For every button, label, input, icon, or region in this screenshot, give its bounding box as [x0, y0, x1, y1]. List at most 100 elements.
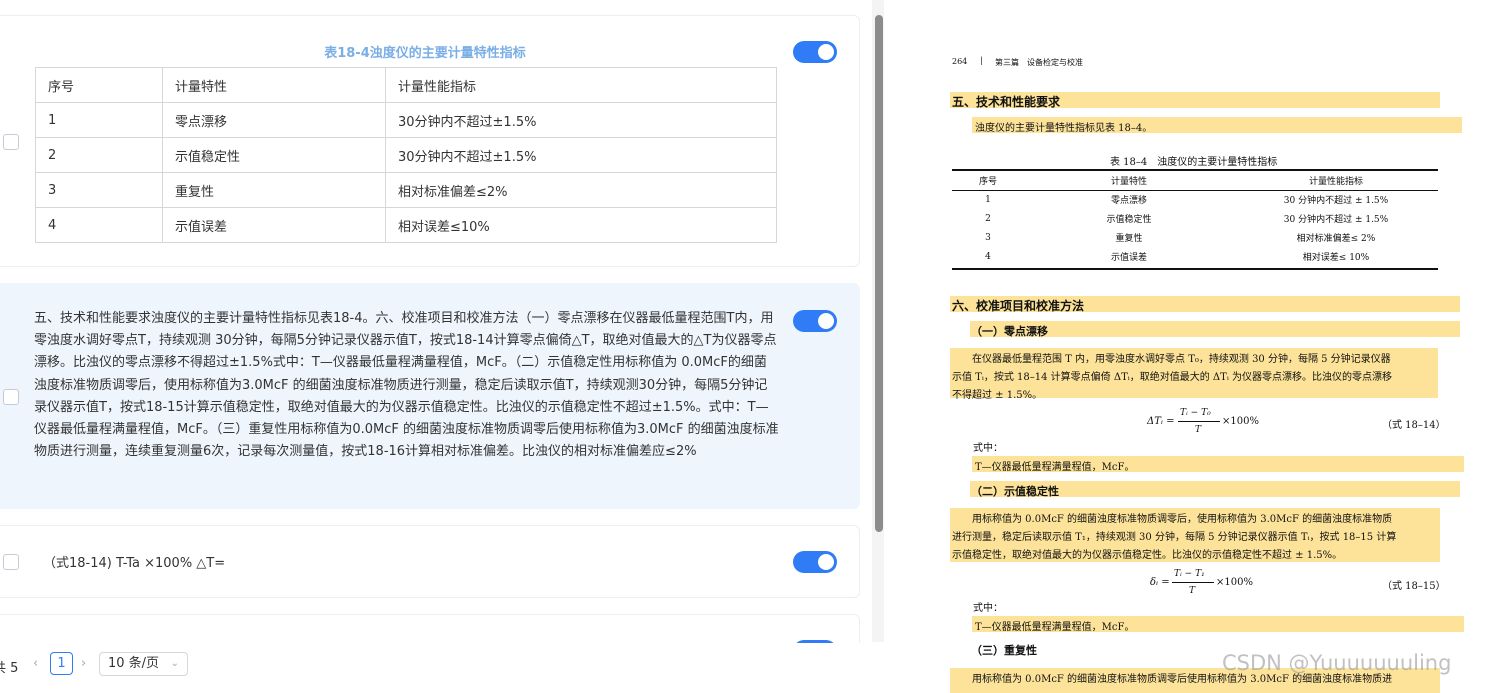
scrollbar-thumb[interactable]	[875, 15, 883, 532]
table-header-cell: 序号	[35, 67, 163, 103]
table-cell: 1	[35, 102, 163, 138]
formula-denominator: T	[1189, 586, 1196, 596]
table-row: 4 示值误差 相对误差≤10%	[35, 207, 777, 243]
formula-label: （式 18–15）	[1382, 581, 1446, 592]
doc-table-cell: 相对标准偏差≤ 2%	[1296, 234, 1376, 244]
doc-table-cell: 零点漂移	[1110, 196, 1147, 206]
doc-table-header-cell: 计量性能指标	[1308, 177, 1363, 187]
table-mid-rule	[952, 190, 1438, 191]
formula-denominator: T	[1195, 425, 1202, 435]
doc-subsection-3-title: （三）重复性	[971, 644, 1037, 657]
doc-table-header-cell: 序号	[978, 177, 997, 187]
page-button-current[interactable]: 1	[50, 652, 73, 675]
pagination: 共 5 ‹ 1 › 10 条/页 ⌄	[0, 643, 872, 693]
table-cell: 30分钟内不超过±1.5%	[385, 102, 777, 138]
formula-lhs: δᵢ =	[1150, 577, 1170, 588]
paragraph-text: 五、技术和性能要求浊度仪的主要计量特性指标见表18-4。六、校准项目和校准方法（…	[34, 311, 779, 460]
doc-table-header-row: 序号 计量特性 计量性能指标	[952, 171, 1438, 190]
document-page-preview: 264 | 第三篇 设备检定与校准 五、技术和性能要求 浊度仪的主要计量特性指标…	[884, 0, 1486, 693]
doc-table-cell: 30 分钟内不超过 ± 1.5%	[1283, 215, 1389, 225]
result-card-table: 表18-4浊度仪的主要计量特性指标 序号 计量特性 计量性能指标 1 零点漂移 …	[0, 15, 860, 267]
select-checkbox[interactable]	[3, 389, 19, 405]
table-cell: 2	[35, 137, 163, 173]
table-title: 表18-4浊度仪的主要计量特性指标	[324, 46, 526, 61]
ocr-results-panel: 表18-4浊度仪的主要计量特性指标 序号 计量特性 计量性能指标 1 零点漂移 …	[0, 0, 872, 693]
doc-header-part: 第三篇 设备检定与校准	[995, 58, 1083, 67]
doc-section-6-title: 六、校准项目和校准方法	[952, 299, 1085, 313]
doc-subsection-1-title: （一）零点漂移	[971, 325, 1048, 338]
page-size-label: 10 条/页	[108, 656, 160, 671]
doc-table-cell: 示值误差	[1110, 253, 1147, 263]
table-cell: 3	[35, 172, 163, 208]
enable-toggle[interactable]	[793, 551, 837, 573]
table-cell: 示值稳定性	[162, 137, 386, 173]
measurement-table: 序号 计量特性 计量性能指标 1 零点漂移 30分钟内不超过±1.5% 2 示值…	[35, 67, 777, 243]
next-page-icon[interactable]: ›	[81, 656, 86, 671]
doc-paragraph-line: 在仪器最低量程范围 T 内，用零浊度水调好零点 T₀，持续观测 30 分钟，每隔…	[972, 354, 1391, 365]
doc-paragraph-line: 进行测量，稳定后读取示值 T₁，持续观测 30 分钟，每隔 5 分钟记录仪器示值…	[952, 532, 1397, 543]
doc-table-cell: 1	[985, 194, 991, 205]
formula-text: （式18-14) T-Ta ×100% △T=	[43, 556, 226, 571]
table-cell: 重复性	[162, 172, 386, 208]
toggle-knob	[818, 554, 834, 570]
doc-section-5-text: 浊度仪的主要计量特性指标见表 18–4。	[975, 123, 1153, 134]
formula-rhs: ×100%	[1222, 416, 1259, 427]
formula-numerator: Tᵢ − T₁	[1174, 569, 1205, 579]
doc-table-row: 2 示值稳定性 30 分钟内不超过 ± 1.5%	[952, 209, 1438, 228]
formula-lhs: ΔTᵢ =	[1147, 416, 1175, 427]
table-header-cell: 计量特性	[162, 67, 386, 103]
doc-header-separator: |	[980, 56, 983, 65]
enable-toggle[interactable]	[793, 41, 837, 63]
select-checkbox[interactable]	[3, 554, 19, 570]
table-cell: 示值误差	[162, 207, 386, 243]
toggle-knob	[818, 44, 834, 60]
csdn-watermark: CSDN @Yuuuuuuuling	[1222, 651, 1452, 675]
table-row: 3 重复性 相对标准偏差≤2%	[35, 172, 777, 208]
doc-table-row: 1 零点漂移 30 分钟内不超过 ± 1.5%	[952, 190, 1438, 209]
doc-table-cell: 相对误差≤ 10%	[1302, 253, 1370, 263]
table-cell: 零点漂移	[162, 102, 386, 138]
result-card-formula: （式18-14) T-Ta ×100% △T=	[0, 525, 860, 598]
chevron-down-icon: ⌄	[170, 658, 179, 669]
doc-where-definition: T—仪器最低量程满量程值，McF。	[975, 622, 1135, 633]
doc-table-cell: 2	[985, 213, 991, 224]
doc-where-label: 式中：	[973, 603, 1003, 614]
fraction-bar	[1172, 582, 1214, 583]
doc-table-cell: 3	[985, 232, 991, 243]
doc-paragraph-line: 不得超过 ± 1.5%。	[952, 390, 1043, 401]
formula-label: （式 18–14）	[1382, 420, 1446, 431]
doc-table-header-cell: 计量特性	[1110, 177, 1147, 187]
table-row: 1 零点漂移 30分钟内不超过±1.5%	[35, 102, 777, 138]
doc-where-definition: T—仪器最低量程满量程值，McF。	[975, 462, 1135, 473]
doc-paragraph-line: 示值稳定性，取绝对值最大的为仪器示值稳定性。比浊仪的示值稳定性不超过 ± 1.5…	[952, 550, 1343, 561]
table-header-cell: 计量性能指标	[385, 67, 777, 103]
doc-paragraph-line: 示值 Tᵢ，按式 18–14 计算零点偏倚 ΔTᵢ，取绝对值最大的 ΔTᵢ 为仪…	[952, 372, 1393, 383]
table-header-row: 序号 计量特性 计量性能指标	[35, 67, 777, 103]
formula-rhs: ×100%	[1216, 577, 1253, 588]
select-checkbox[interactable]	[3, 134, 19, 150]
doc-page-number: 264	[952, 57, 968, 66]
doc-paragraph-line: 用标称值为 0.0McF 的细菌浊度标准物质调零后，使用标称值为 3.0McF …	[972, 514, 1393, 525]
doc-table-cell: 示值稳定性	[1106, 215, 1152, 225]
doc-table-row: 4 示值误差 相对误差≤ 10%	[952, 247, 1438, 266]
result-card-paragraph: 五、技术和性能要求浊度仪的主要计量特性指标见表18-4。六、校准项目和校准方法（…	[0, 283, 860, 509]
doc-table: 序号 计量特性 计量性能指标 1 零点漂移 30 分钟内不超过 ± 1.5% 2…	[952, 171, 1438, 266]
table-cell: 相对误差≤10%	[385, 207, 777, 243]
enable-toggle[interactable]	[793, 310, 837, 332]
doc-where-label: 式中：	[973, 443, 1003, 454]
doc-table-row: 3 重复性 相对标准偏差≤ 2%	[952, 228, 1438, 247]
page-size-select[interactable]: 10 条/页 ⌄	[99, 652, 188, 676]
table-row: 2 示值稳定性 30分钟内不超过±1.5%	[35, 137, 777, 173]
doc-table-title: 表 18–4 浊度仪的主要计量特性指标	[1110, 157, 1278, 168]
doc-table-cell: 4	[985, 251, 991, 262]
pagination-total: 共 5	[0, 661, 19, 676]
doc-section-5-title: 五、技术和性能要求	[952, 95, 1061, 109]
table-cell: 相对标准偏差≤2%	[385, 172, 777, 208]
formula-numerator: Tᵢ − T₀	[1180, 408, 1211, 418]
doc-subsection-2-title: （二）示值稳定性	[971, 485, 1059, 498]
table-bottom-rule	[952, 268, 1438, 270]
doc-table-cell: 30 分钟内不超过 ± 1.5%	[1283, 196, 1389, 206]
prev-page-icon[interactable]: ‹	[33, 656, 38, 671]
fraction-bar	[1178, 421, 1220, 422]
toggle-knob	[818, 313, 834, 329]
